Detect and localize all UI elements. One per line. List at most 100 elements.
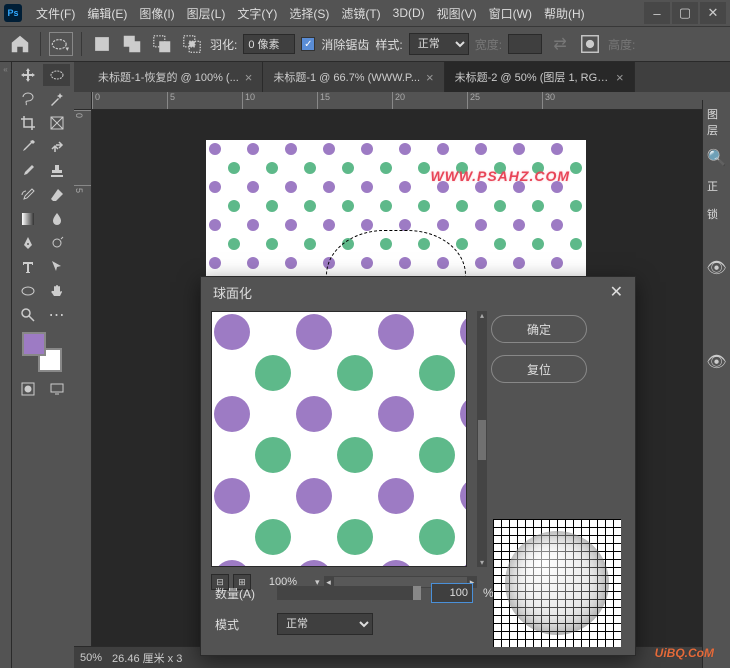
tab-label: 未标题-1 @ 66.7% (WWW.P... [273,69,420,85]
search-icon[interactable]: 🔍 [703,146,730,170]
gradient-tool[interactable] [14,208,41,230]
history-brush-tool[interactable] [14,184,41,206]
style-label: 样式: [375,36,402,53]
tab-label: 未标题-1-恢复的 @ 100% (... [98,69,239,85]
slider-knob[interactable] [413,586,421,600]
blur-tool[interactable] [43,208,70,230]
hand-tool[interactable] [43,280,70,302]
crop-tool[interactable] [14,112,41,134]
tab-label: 未标题-2 @ 50% (图层 1, RGB/8#) * [455,69,610,85]
shape-tool[interactable] [14,280,41,302]
minimize-button[interactable]: – [644,2,670,24]
eye-icon[interactable]: 👁 [703,256,730,280]
options-bar: ▾ 羽化: ✓ 消除锯齿 样式: 正常 宽度: ⇄ 高度: [0,26,730,62]
app-logo: Ps [4,4,22,22]
dodge-tool[interactable] [43,232,70,254]
menu-layer[interactable]: 图层(L) [181,5,232,22]
dialog-title: 球面化 [213,283,252,302]
collapse-strip: « [0,62,12,668]
style-select[interactable]: 正常 [409,33,469,55]
tab-close-icon[interactable]: × [245,70,253,85]
move-tool[interactable] [14,64,41,86]
tab-close-icon[interactable]: × [616,70,624,85]
eraser-tool[interactable] [43,184,70,206]
doc-tab-2[interactable]: 未标题-2 @ 50% (图层 1, RGB/8#) * × [445,62,635,92]
healing-tool[interactable] [43,136,70,158]
feather-input[interactable] [243,34,295,54]
adjust-label: 正 [703,172,730,200]
layers-panel-label[interactable]: 图层 [703,100,730,144]
ruler-horizontal: 051015202530 [92,92,730,110]
marquee-ellipse-icon[interactable]: ▾ [49,32,73,56]
screenmode-icon[interactable] [43,378,70,400]
tab-close-icon[interactable]: × [426,70,434,85]
menu-image[interactable]: 图像(I) [133,5,180,22]
watermark-2: UiBQ.CoM [655,646,714,660]
menu-view[interactable]: 视图(V) [431,5,483,22]
mode-select[interactable]: 正常 [277,613,373,635]
width-input [508,34,542,54]
doc-info[interactable]: 26.46 厘米 x 3 [112,650,182,666]
menu-window[interactable]: 窗口(W) [483,5,538,22]
close-window-button[interactable]: ✕ [700,2,726,24]
reset-button[interactable]: 复位 [491,355,587,383]
menu-type[interactable]: 文字(Y) [231,5,283,22]
type-tool[interactable] [14,256,41,278]
height-label: 高度: [608,36,635,53]
lock-label: 锁 [703,200,730,228]
brush-tool[interactable] [14,160,41,182]
home-icon[interactable] [8,32,32,56]
magic-wand-tool[interactable] [43,88,70,110]
width-label: 宽度: [475,36,502,53]
filter-preview[interactable] [211,311,467,567]
quickmask-icon[interactable] [14,378,41,400]
menu-filter[interactable]: 滤镜(T) [335,5,386,22]
pen-tool[interactable] [14,232,41,254]
doc-tab-1[interactable]: 未标题-1 @ 66.7% (WWW.P... × [263,62,444,92]
path-select-tool[interactable] [43,256,70,278]
scrollbar-thumb[interactable] [478,420,486,460]
right-panel: 图层 🔍 正 锁 👁 👁 [702,100,730,668]
lasso-tool[interactable] [14,88,41,110]
titlebar: Ps 文件(F) 编辑(E) 图像(I) 图层(L) 文字(Y) 选择(S) 滤… [0,0,730,26]
amount-slider[interactable] [277,586,421,600]
amount-input[interactable] [431,583,473,603]
foreground-color-swatch[interactable] [22,332,46,356]
selection-add-icon[interactable] [120,32,144,56]
ruler-corner [74,92,92,110]
selection-subtract-icon[interactable] [150,32,174,56]
zoom-level[interactable]: 50% [80,652,102,664]
toolbox: ⋯ [12,62,74,668]
divider [81,32,82,56]
select-mask-icon[interactable] [578,32,602,56]
selection-intersect-icon[interactable] [180,32,204,56]
ok-button[interactable]: 确定 [491,315,587,343]
selection-new-icon[interactable] [90,32,114,56]
antialias-checkbox[interactable]: ✓ [301,37,315,51]
maximize-button[interactable]: ▢ [672,2,698,24]
collapse-toggle-icon[interactable]: « [0,62,11,76]
menu-file[interactable]: 文件(F) [30,5,81,22]
stamp-tool[interactable] [43,160,70,182]
menu-3d[interactable]: 3D(D) [387,6,431,20]
frame-tool[interactable] [43,112,70,134]
preview-scrollbar-v[interactable]: ▴▾ [477,311,487,567]
dialog-titlebar[interactable]: 球面化 ✕ [201,277,635,307]
more-tools[interactable]: ⋯ [43,304,70,326]
color-swatches [14,328,72,376]
feather-label: 羽化: [210,36,237,53]
swap-wh-icon: ⇄ [548,32,572,56]
marquee-tool[interactable] [43,64,70,86]
doc-tab-0[interactable]: 未标题-1-恢复的 @ 100% (... × [88,62,263,92]
spherize-dialog: 球面化 ✕ ▴▾ ⊟ ⊞ 100% ▾ ◂▸ 确定 复位 数量(A) [200,276,636,656]
watermark-text: WWW.PSAHZ.COM [431,168,571,184]
menu-edit[interactable]: 编辑(E) [81,5,133,22]
menu-help[interactable]: 帮助(H) [538,5,591,22]
eye-icon[interactable]: 👁 [703,350,730,374]
divider [40,32,41,56]
eyedropper-tool[interactable] [14,136,41,158]
menu-select[interactable]: 选择(S) [283,5,335,22]
zoom-tool[interactable] [14,304,41,326]
dialog-close-icon[interactable]: ✕ [610,282,623,302]
sphere-diagram [493,519,621,647]
